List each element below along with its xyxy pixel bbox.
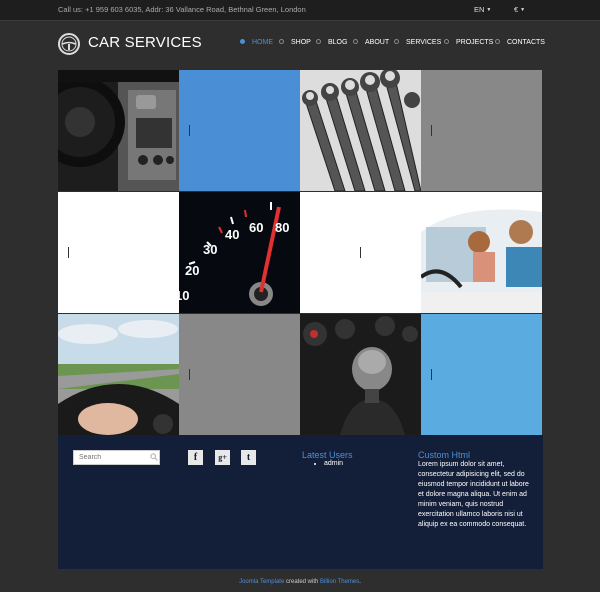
nav-dot-icon xyxy=(353,39,358,44)
speedo-label: 40 xyxy=(225,227,239,242)
speedo-label: 20 xyxy=(185,263,199,278)
tile-marker xyxy=(360,247,361,258)
tile-marker xyxy=(431,369,432,380)
site-logo-text[interactable]: CAR SERVICES xyxy=(88,34,202,51)
nav-services[interactable]: SERVICES xyxy=(394,39,441,46)
driving-road-image xyxy=(58,314,179,435)
tile-couple-in-car[interactable] xyxy=(421,192,542,313)
latest-users-list: admin xyxy=(316,460,343,467)
credit-middle: created with xyxy=(284,579,320,585)
caret-down-icon: ▼ xyxy=(520,7,526,13)
nav-label: SHOP xyxy=(291,39,311,46)
nav-label: SERVICES xyxy=(406,39,442,46)
tile-driving-road[interactable] xyxy=(58,314,179,435)
nav-blog[interactable]: BLOG xyxy=(316,39,347,46)
credit-line: Joomla Template created with Billion The… xyxy=(0,579,600,585)
facebook-icon[interactable]: f xyxy=(188,450,203,465)
nav-contacts[interactable]: CONTACTS xyxy=(495,39,545,46)
currency-label: € xyxy=(514,5,519,14)
nav-label: CONTACTS xyxy=(507,39,545,46)
tile-marker xyxy=(68,247,69,258)
nav-dot-icon xyxy=(316,39,321,44)
search-icon[interactable] xyxy=(150,453,158,461)
contact-info: Call us: +1 959 603 6035, Addr: 36 Valla… xyxy=(58,5,306,14)
tile-marker xyxy=(189,369,190,380)
nav-dot-icon xyxy=(444,39,449,44)
search-input[interactable] xyxy=(73,450,160,465)
tile-wrenches[interactable] xyxy=(300,70,421,191)
nav-about[interactable]: ABOUT xyxy=(353,39,389,46)
nav-dot-icon xyxy=(240,39,245,44)
billion-themes-link[interactable]: Billion Themes xyxy=(320,579,359,585)
speedo-label: 60 xyxy=(249,220,263,235)
nav-home[interactable]: HOME xyxy=(240,39,273,46)
tile-gray[interactable] xyxy=(421,70,542,191)
wrenches-image xyxy=(300,70,421,191)
speedometer-image: 10 20 30 40 60 80 xyxy=(179,192,300,313)
tile-car-dashboard[interactable] xyxy=(58,70,179,191)
currency-dropdown[interactable]: € ▼ xyxy=(514,5,525,14)
nav-shop[interactable]: SHOP xyxy=(279,39,311,46)
nav-label: ABOUT xyxy=(365,39,390,46)
tile-gear-shift[interactable] xyxy=(300,314,421,435)
nav-projects[interactable]: PROJECTS xyxy=(444,39,493,46)
car-dashboard-image xyxy=(58,70,179,191)
couple-in-car-image xyxy=(421,192,542,313)
google-plus-icon[interactable]: g+ xyxy=(215,450,230,465)
tile-gray-2[interactable] xyxy=(179,314,300,435)
footer: f g+ t Latest Users admin Custom Html Lo… xyxy=(58,435,543,569)
header: CAR SERVICES HOME SHOP BLOG ABOUT SERVIC… xyxy=(0,21,600,70)
nav-dot-icon xyxy=(495,39,500,44)
tile-marker xyxy=(431,125,432,136)
credit-end: . xyxy=(359,579,361,585)
nav-label: BLOG xyxy=(328,39,348,46)
joomla-template-link[interactable]: Joomla Template xyxy=(239,579,284,585)
tile-white[interactable] xyxy=(58,192,179,313)
nav-label: HOME xyxy=(252,39,273,46)
custom-html-title: Custom Html xyxy=(418,450,471,460)
top-bar: Call us: +1 959 603 6035, Addr: 36 Valla… xyxy=(0,0,600,21)
nav-dot-icon xyxy=(394,39,399,44)
speedo-label: 10 xyxy=(179,288,189,303)
portfolio-grid: 10 20 30 40 60 80 xyxy=(58,70,543,435)
latest-users-title: Latest Users xyxy=(302,450,353,460)
language-dropdown[interactable]: EN ▼ xyxy=(474,5,491,14)
caret-down-icon: ▼ xyxy=(486,7,492,13)
custom-html-text: Lorem ipsum dolor sit amet, consectetur … xyxy=(418,461,529,528)
tile-marker xyxy=(189,125,190,136)
tumblr-icon[interactable]: t xyxy=(241,450,256,465)
tile-light-blue[interactable] xyxy=(421,314,542,435)
tile-white-2[interactable] xyxy=(300,192,421,313)
steering-wheel-icon[interactable] xyxy=(58,33,80,55)
gear-shift-image xyxy=(300,314,421,435)
speedo-label: 80 xyxy=(275,220,289,235)
tile-blue[interactable] xyxy=(179,70,300,191)
nav-label: PROJECTS xyxy=(456,39,494,46)
nav-dot-icon xyxy=(279,39,284,44)
tile-speedometer[interactable]: 10 20 30 40 60 80 xyxy=(179,192,300,313)
language-label: EN xyxy=(474,5,485,14)
user-link[interactable]: admin xyxy=(324,460,343,467)
